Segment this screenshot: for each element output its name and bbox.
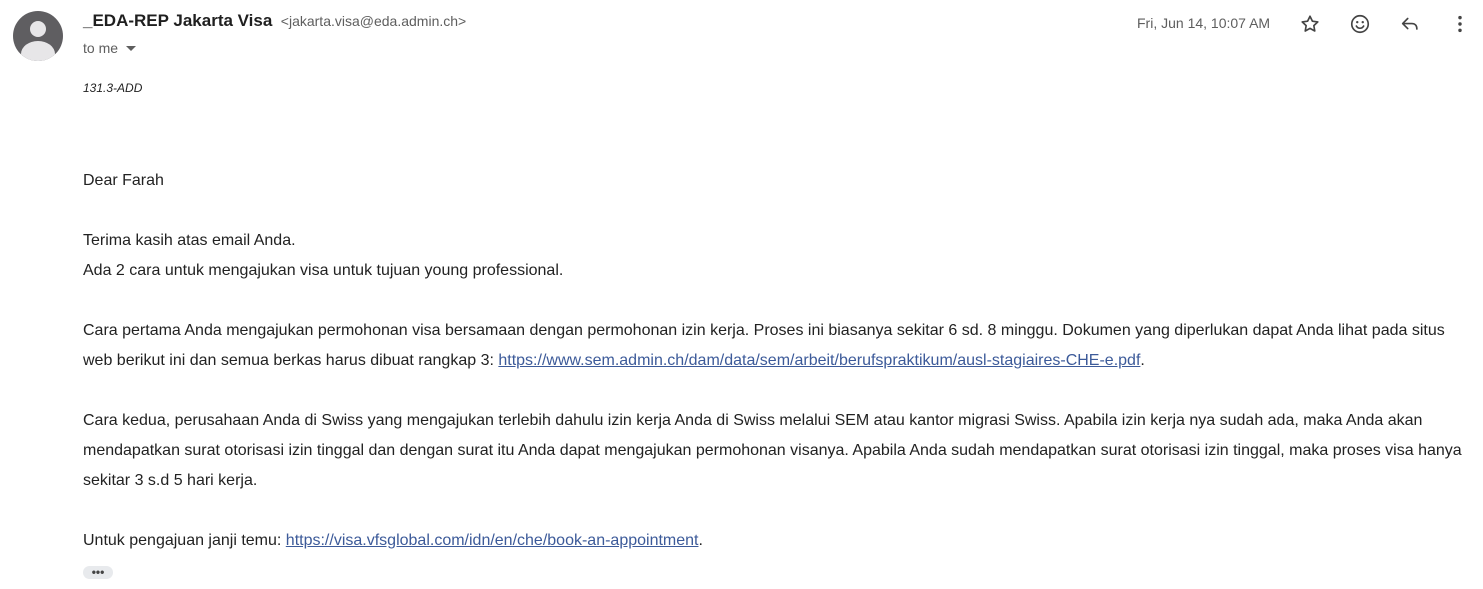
- chevron-down-icon[interactable]: [126, 45, 137, 51]
- reply-icon: [1401, 17, 1418, 30]
- intro-line-2: Ada 2 cara untuk mengajukan visa untuk t…: [83, 262, 564, 279]
- appointment-text: Untuk pengajuan janji temu:: [83, 532, 286, 549]
- more-options-button[interactable]: [1447, 11, 1473, 37]
- appointment-end: .: [698, 532, 703, 549]
- avatar-head-shape: [30, 21, 46, 37]
- option-two-paragraph: Cara kedua, perusahaan Anda di Swiss yan…: [83, 412, 1462, 489]
- recipient-label: to me: [83, 40, 119, 56]
- sender-email: <jakarta.visa@eda.admin.ch>: [280, 13, 467, 29]
- reply-button[interactable]: [1397, 11, 1423, 37]
- avatar-shoulders-shape: [21, 41, 55, 61]
- intro-line-1: Terima kasih atas email Anda.: [83, 232, 296, 249]
- vfs-appointment-link[interactable]: https://visa.vfsglobal.com/idn/en/che/bo…: [286, 532, 699, 549]
- emoji-reaction-button[interactable]: [1347, 11, 1373, 37]
- sender-name[interactable]: _EDA-REP Jakarta Visa: [83, 11, 272, 30]
- emoji-icon: [1350, 14, 1370, 34]
- option-one-end: .: [1140, 352, 1145, 369]
- reference-code: 131.3-ADD: [83, 81, 143, 95]
- recipient-line: to me: [83, 40, 137, 56]
- sender-avatar[interactable]: [13, 11, 63, 61]
- intro-paragraph: Terima kasih atas email Anda. Ada 2 cara…: [83, 226, 1473, 286]
- star-button[interactable]: [1297, 11, 1323, 37]
- email-date: Fri, Jun 14, 10:07 AM: [1137, 15, 1271, 31]
- greeting: Dear Farah: [83, 172, 164, 189]
- show-trimmed-content-button[interactable]: •••: [83, 566, 113, 579]
- option-one-paragraph: Cara pertama Anda mengajukan permohonan …: [83, 316, 1473, 376]
- more-vert-icon: [1458, 15, 1462, 33]
- sender-line: _EDA-REP Jakarta Visa <jakarta.visa@eda.…: [83, 11, 466, 31]
- email-body: Dear Farah Terima kasih atas email Anda.…: [83, 166, 1473, 556]
- appointment-paragraph: Untuk pengajuan janji temu: https://visa…: [83, 526, 1473, 556]
- sem-document-link[interactable]: https://www.sem.admin.ch/dam/data/sem/ar…: [498, 352, 1140, 369]
- star-icon: [1301, 15, 1319, 32]
